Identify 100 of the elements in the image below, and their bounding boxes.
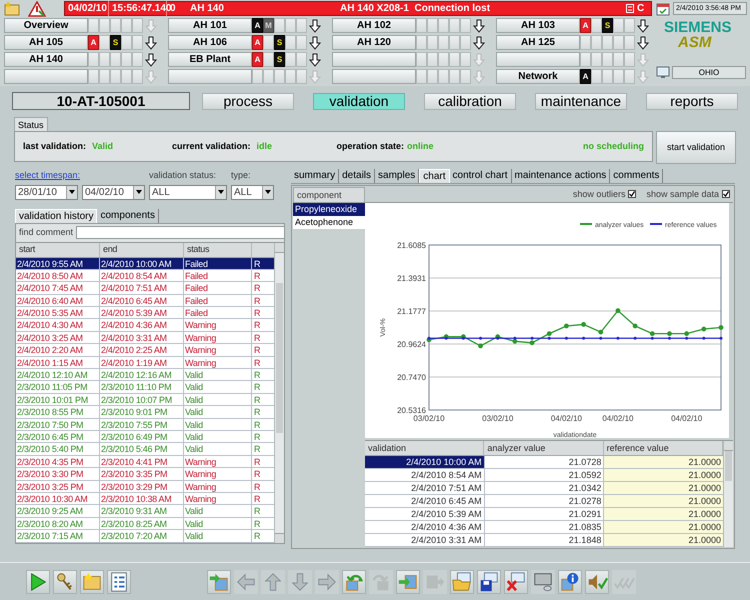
table-cell: 2/4/2010 6:45 AM: [100, 294, 184, 306]
value-row[interactable]: 2/4/2010 7:51 AM 21.0342 21.0000: [365, 482, 723, 495]
table-cell: 2/3/2010 9:25 AM: [16, 505, 100, 517]
table-cell: 2/3/2010 10:01 PM: [16, 394, 100, 406]
column-header[interactable]: status: [184, 242, 252, 257]
history-row[interactable]: 2/3/2010 10:01 PM 2/3/2010 10:07 PM Valid R: [16, 394, 274, 406]
status-indicator: A: [252, 35, 263, 50]
tab[interactable]: chart: [419, 169, 450, 183]
nav-tab[interactable]: process: [202, 92, 294, 110]
table-cell: 2/4/2010 10:00 AM: [100, 258, 184, 269]
area-button[interactable]: EB Plant: [168, 52, 252, 67]
history-row[interactable]: 2/4/2010 8:50 AM 2/4/2010 8:54 AM Failed R: [16, 270, 274, 282]
table-cell-text: R: [253, 258, 262, 269]
column-header[interactable]: analyzer value: [484, 441, 604, 455]
table-cell: 2/3/2010 3:29 PM: [100, 480, 184, 492]
value-row[interactable]: 2/4/2010 10:00 AM 21.0728 21.0000: [365, 456, 723, 469]
history-row[interactable]: 2/3/2010 3:25 PM 2/3/2010 3:29 PM Warning R: [16, 480, 274, 493]
component-item[interactable]: Propyleneoxide: [293, 203, 365, 216]
nav-tab[interactable]: calibration: [424, 92, 516, 110]
dropdown[interactable]: ALL: [149, 184, 227, 200]
history-row[interactable]: 2/4/2010 2:20 AM 2/4/2010 2:25 AM Warning R: [16, 344, 274, 357]
history-row[interactable]: 2/3/2010 8:55 PM 2/3/2010 9:01 PM Valid R: [16, 406, 274, 419]
tab[interactable]: comments: [610, 169, 664, 183]
history-row[interactable]: 2/3/2010 7:15 AM 2/3/2010 7:20 AM Valid R: [16, 530, 274, 542]
nav-tab[interactable]: validation: [313, 92, 405, 110]
area-button[interactable]: AH 103: [496, 18, 580, 33]
table-cell-text: R: [253, 307, 262, 318]
tab[interactable]: control chart: [450, 169, 512, 183]
area-button[interactable]: AH 125: [496, 35, 580, 50]
column-header[interactable]: end: [100, 242, 184, 257]
area-button[interactable]: AH 102: [332, 18, 416, 33]
history-row[interactable]: 2/4/2010 6:40 AM 2/4/2010 6:45 AM Failed R: [16, 294, 274, 308]
dropdown[interactable]: ALL: [231, 184, 274, 200]
history-row[interactable]: 2/3/2010 10:30 AM 2/3/2010 10:38 AM Warning R: [16, 492, 274, 506]
table-cell: 2/3/2010 3:35 PM: [100, 468, 184, 480]
start-validation-button[interactable]: start validation: [656, 131, 736, 164]
value-row[interactable]: 2/4/2010 3:31 AM 21.1848 21.0000: [365, 534, 723, 547]
history-row[interactable]: 2/3/2010 7:50 PM 2/3/2010 7:55 PM Valid R: [16, 418, 274, 431]
nav-tab[interactable]: maintenance: [535, 92, 627, 110]
history-row[interactable]: 2/4/2010 1:15 AM 2/4/2010 1:19 AM Warning R: [16, 356, 274, 370]
table-cell-text: R: [253, 430, 262, 442]
tab[interactable]: details: [339, 169, 376, 183]
tab[interactable]: validation history: [15, 208, 98, 222]
history-row[interactable]: 2/4/2010 5:35 AM 2/4/2010 5:39 AM Failed R: [16, 307, 274, 320]
table-cell: 2/3/2010 9:01 PM: [100, 406, 184, 418]
column-header[interactable]: validation: [365, 441, 484, 455]
status-indicator: A: [252, 52, 263, 67]
dropdown[interactable]: 28/01/10: [15, 184, 78, 200]
alarm-bar[interactable]: 04/02/10 15:56:47.1400 AH 140 AH 140 X208-1 Connection lost C: [64, 1, 652, 16]
history-row[interactable]: 2/3/2010 3:30 PM 2/3/2010 3:35 PM Warning R: [16, 468, 274, 481]
table-cell: 2/4/2010 8:54 AM: [100, 270, 184, 282]
column-header[interactable]: start: [16, 242, 100, 257]
table-cell: Warning: [184, 319, 252, 331]
area-button[interactable]: AH 105: [4, 35, 88, 50]
history-row[interactable]: 2/3/2010 6:45 PM 2/3/2010 6:49 PM Valid R: [16, 430, 274, 444]
table-cell-text: R: [253, 418, 262, 430]
table-cell: 2/4/2010 4:36 AM: [365, 521, 485, 533]
table-cell-text: R: [253, 381, 262, 393]
tab[interactable]: summary: [291, 169, 340, 183]
table-cell: Warning: [184, 344, 252, 356]
table-cell: 2/4/2010 8:54 AM: [365, 469, 485, 481]
value-row[interactable]: 2/4/2010 6:45 AM 21.0278 21.0000: [365, 495, 723, 508]
history-row[interactable]: 2/3/2010 11:05 PM 2/3/2010 11:10 PM Valid R: [16, 381, 274, 394]
value-row[interactable]: 2/4/2010 4:36 AM 21.0835 21.0000: [365, 521, 723, 534]
table-cell: 21.0000: [604, 495, 724, 507]
table-cell: 2/4/2010 3:31 AM: [365, 534, 485, 546]
instrument-tag: 10-AT-105001: [12, 92, 190, 110]
select-timespan-link[interactable]: select timespan:: [15, 169, 145, 182]
tab[interactable]: components: [97, 208, 159, 222]
component-item[interactable]: Acetophenone: [293, 216, 365, 229]
history-row[interactable]: 2/4/2010 4:30 AM 2/4/2010 4:36 AM Warning R: [16, 319, 274, 332]
table-cell: Valid: [184, 430, 252, 442]
table-cell: 2/4/2010 9:55 AM: [16, 258, 100, 269]
tab[interactable]: maintenance actions: [512, 169, 610, 183]
history-row[interactable]: 2/4/2010 9:55 AM 2/4/2010 10:00 AM Failed R: [16, 258, 274, 270]
area-button[interactable]: AH 140: [4, 52, 88, 67]
history-row[interactable]: 2/4/2010 3:25 AM 2/4/2010 3:31 AM Warning R: [16, 332, 274, 344]
table-cell: Failed: [184, 270, 252, 282]
area-button[interactable]: AH 106: [168, 35, 252, 50]
value-row[interactable]: 2/4/2010 8:54 AM 21.0592 21.0000: [365, 469, 723, 482]
table-cell: 2/3/2010 7:55 PM: [100, 418, 184, 430]
table-cell: 2/3/2010 10:30 AM: [16, 492, 100, 504]
area-button[interactable]: AH 120: [332, 35, 416, 50]
dropdown[interactable]: 04/02/10: [82, 184, 145, 200]
history-row[interactable]: 2/4/2010 7:45 AM 2/4/2010 7:51 AM Failed R: [16, 282, 274, 295]
alarm-message: AH 140 X208-1 Connection lost: [339, 2, 492, 16]
table-cell: 2/4/2010 5:39 AM: [100, 307, 184, 318]
area-button[interactable]: Overview: [4, 18, 88, 33]
area-button[interactable]: AH 101: [168, 18, 252, 33]
table-cell: Failed: [184, 258, 252, 269]
table-cell-text: R: [253, 530, 262, 542]
history-row[interactable]: 2/3/2010 8:20 AM 2/3/2010 8:25 AM Valid R: [16, 518, 274, 530]
history-row[interactable]: 2/3/2010 5:40 PM 2/3/2010 5:46 PM Valid R: [16, 443, 274, 456]
history-row[interactable]: 2/3/2010 9:25 AM 2/3/2010 9:31 AM Valid R: [16, 505, 274, 518]
value-row[interactable]: 2/4/2010 5:39 AM 21.0291 21.0000: [365, 508, 723, 521]
history-row[interactable]: 2/4/2010 12:10 AM 2/4/2010 12:16 AM Valid R: [16, 369, 274, 382]
history-row[interactable]: 2/3/2010 4:35 PM 2/3/2010 4:41 PM Warning R: [16, 456, 274, 468]
area-button[interactable]: Network: [496, 69, 580, 84]
nav-tab[interactable]: reports: [646, 92, 738, 110]
tab[interactable]: Status: [14, 117, 48, 131]
